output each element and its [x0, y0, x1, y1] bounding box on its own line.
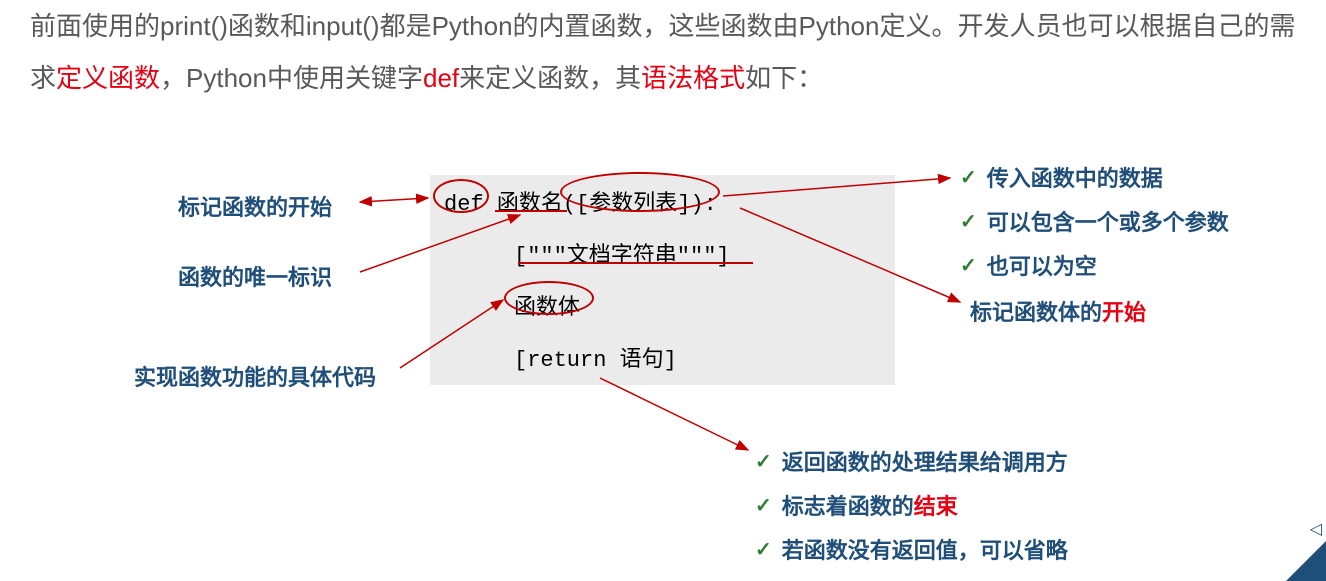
check-icon: ✓: [960, 165, 977, 190]
underline-docstring: [518, 262, 753, 264]
ellipse-body: [504, 281, 594, 315]
label-return1: 返回函数的处理结果给调用方: [782, 445, 1068, 477]
label-param1: 传入函数中的数据: [987, 161, 1163, 193]
intro-define-func: 定义函数: [56, 63, 160, 93]
check-icon: ✓: [960, 253, 977, 278]
intro-syntax: 语法格式: [641, 63, 745, 93]
intro-paragraph: 前面使用的print()函数和input()都是Python的内置函数，这些函数…: [30, 0, 1296, 104]
label-return-group: ✓ 返回函数的处理结果给调用方 ✓ 标志着函数的结束 ✓ 若函数没有返回值，可以省略: [755, 445, 1068, 577]
label-unique-id: 函数的唯一标识: [178, 260, 332, 292]
code-docstring: ["""文档字符串"""]: [514, 244, 730, 269]
intro-part2: ，Python中使用关键字: [160, 63, 423, 93]
code-line-docstring: ["""文档字符串"""]: [514, 237, 730, 269]
intro-def-kw: def: [423, 63, 459, 93]
corner-arrow-icon: ◁: [1310, 519, 1322, 539]
label-return2-red: 结束: [914, 489, 958, 521]
check-icon: ✓: [755, 537, 772, 562]
label-impl-code: 实现函数功能的具体代码: [134, 360, 376, 392]
label-body-start-red: 开始: [1102, 300, 1146, 325]
label-body-start-pre: 标记函数体的: [970, 300, 1102, 325]
label-params-group: ✓ 传入函数中的数据 ✓ 可以包含一个或多个参数 ✓ 也可以为空: [960, 161, 1229, 293]
label-param2: 可以包含一个或多个参数: [987, 205, 1229, 237]
ellipse-params: [560, 172, 720, 212]
check-icon: ✓: [960, 209, 977, 234]
label-return3: 若函数没有返回值，可以省略: [782, 533, 1068, 565]
label-mark-start: 标记函数的开始: [178, 190, 332, 222]
label-param3: 也可以为空: [987, 249, 1097, 281]
code-return: [return 语句]: [514, 348, 677, 373]
corner-triangle-decoration: [1286, 541, 1326, 581]
underline-funcname: [495, 210, 567, 212]
label-body-start: 标记函数体的开始: [970, 295, 1146, 327]
ellipse-def: [433, 179, 489, 213]
code-line-return: [return 语句]: [514, 341, 677, 373]
label-return2-pre: 标志着函数的: [782, 489, 914, 521]
check-icon: ✓: [755, 449, 772, 474]
check-icon: ✓: [755, 493, 772, 518]
intro-part3: 来定义函数，其: [459, 63, 641, 93]
intro-part4: 如下：: [745, 63, 823, 93]
